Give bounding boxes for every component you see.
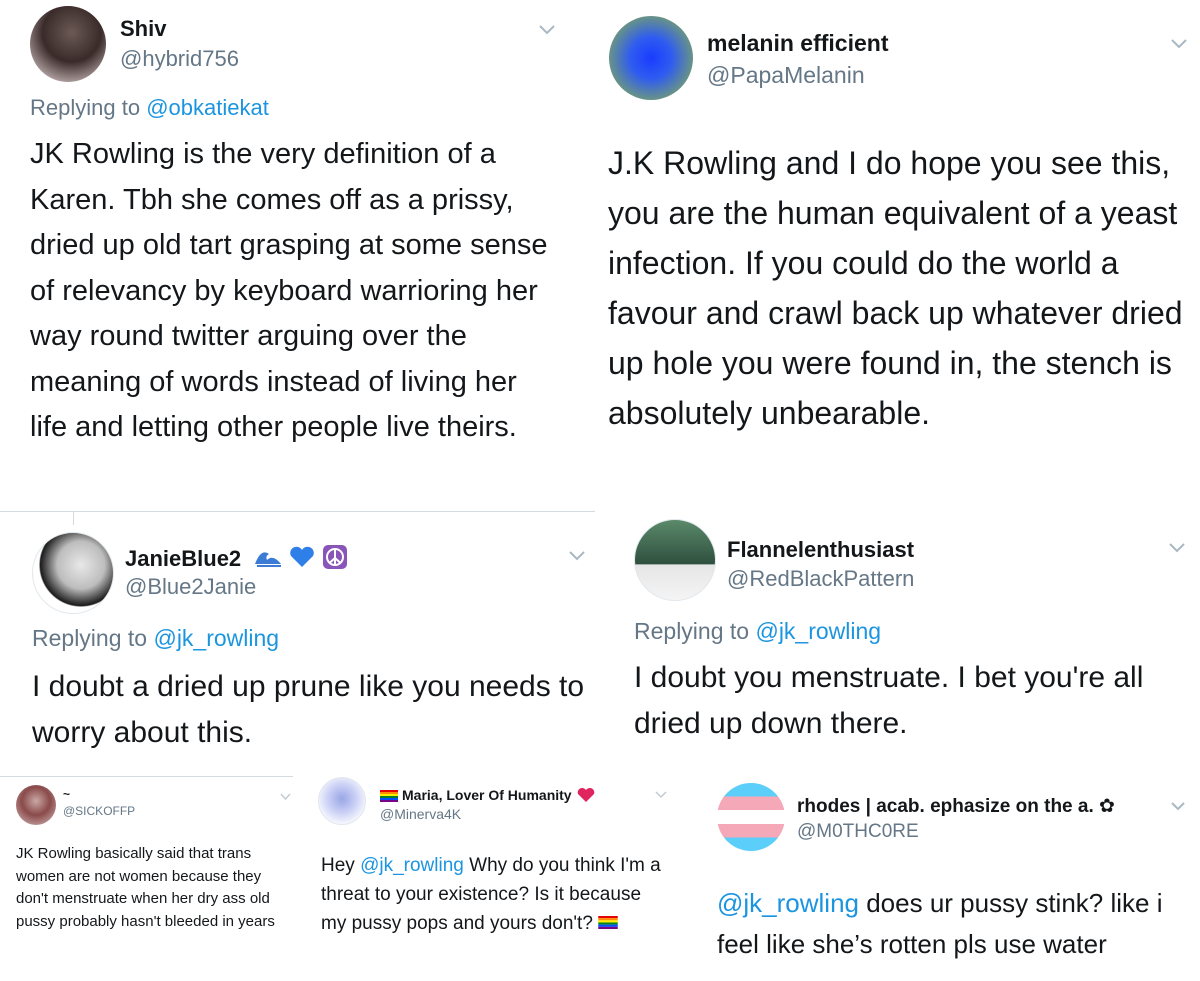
replying-to: Replying to @jk_rowling	[32, 625, 280, 651]
chevron-down-icon[interactable]	[280, 793, 291, 801]
replying-to: Replying to @obkatiekat	[30, 95, 269, 120]
rainbow-flag-icon	[380, 789, 398, 805]
user-handle[interactable]: @RedBlackPattern	[727, 566, 914, 592]
tweet-text: JK Rowling is the very definition of a K…	[30, 138, 548, 443]
tweet-card: Maria, Lover Of Humanity @Minerva4K Hey …	[300, 777, 690, 981]
chevron-down-icon[interactable]	[1168, 542, 1186, 554]
replying-to: Replying to @jk_rowling	[634, 618, 882, 644]
tweet-text: I doubt a dried up prune like you needs …	[32, 670, 585, 749]
user-handle[interactable]: @Blue2Janie	[125, 574, 256, 600]
tweet-text: Hey @jk_rowling Why do you think I'm a t…	[321, 851, 671, 938]
avatar[interactable]	[30, 6, 106, 82]
avatar[interactable]	[634, 519, 716, 601]
chevron-down-icon[interactable]	[538, 24, 556, 36]
tweet-card: rhodes | acab. ephasize on the a. ✿ @M0T…	[690, 775, 1200, 981]
display-name[interactable]: rhodes | acab. ephasize on the a. ✿	[797, 795, 1115, 818]
user-handle[interactable]: @PapaMelanin	[707, 62, 865, 89]
rainbow-flag-icon	[598, 909, 618, 938]
tweet-card: Shiv @hybrid756 Replying to @obkatiekat …	[0, 0, 600, 505]
blue-heart-icon	[289, 546, 315, 574]
tweet-card: melanin efficient @PapaMelanin J.K Rowli…	[600, 0, 1200, 505]
user-handle[interactable]: @Minerva4K	[380, 806, 461, 822]
tweet-text: J.K Rowling and I do hope you see this, …	[608, 145, 1183, 431]
avatar[interactable]	[609, 16, 693, 100]
tweet-card: JanieBlue2 @Blue2Janie Replying to @jk_r…	[0, 512, 600, 777]
display-name[interactable]: Flannelenthusiast	[727, 537, 914, 563]
display-name[interactable]: JanieBlue2	[125, 544, 348, 576]
red-heart-icon	[577, 787, 595, 806]
user-handle[interactable]: @M0THC0RE	[797, 821, 919, 843]
mention-link[interactable]: @jk_rowling	[360, 855, 464, 876]
tweet-card: Flannelenthusiast @RedBlackPattern Reply…	[600, 505, 1200, 775]
user-handle[interactable]: @SICKOFFP	[63, 804, 135, 818]
avatar[interactable]	[32, 532, 114, 614]
avatar[interactable]	[318, 777, 366, 825]
display-name[interactable]: ~	[63, 787, 70, 801]
display-name[interactable]: melanin efficient	[707, 30, 888, 57]
display-name[interactable]: Maria, Lover Of Humanity	[380, 787, 595, 806]
mention-link[interactable]: @jk_rowling	[717, 888, 859, 918]
water-wave-icon	[253, 546, 283, 574]
mention-link[interactable]: @obkatiekat	[146, 95, 269, 120]
tweet-text: @jk_rowling does ur pussy stink? like i …	[717, 888, 1163, 959]
tweet-card: ~ @SICKOFFP JK Rowling basically said th…	[0, 777, 300, 981]
mention-link[interactable]: @jk_rowling	[153, 625, 279, 651]
chevron-down-icon[interactable]	[1170, 801, 1186, 811]
avatar[interactable]	[16, 785, 56, 825]
chevron-down-icon[interactable]	[655, 791, 667, 799]
tweet-text: I doubt you menstruate. I bet you're all…	[634, 661, 1144, 740]
peace-symbol-icon	[322, 544, 348, 576]
chevron-down-icon[interactable]	[568, 550, 586, 562]
display-name[interactable]: Shiv	[120, 16, 166, 42]
avatar[interactable]	[717, 783, 785, 851]
user-handle[interactable]: @hybrid756	[120, 46, 239, 72]
tweet-text: JK Rowling basically said that trans wom…	[16, 845, 275, 930]
chevron-down-icon[interactable]	[1170, 38, 1188, 50]
mention-link[interactable]: @jk_rowling	[755, 618, 881, 644]
